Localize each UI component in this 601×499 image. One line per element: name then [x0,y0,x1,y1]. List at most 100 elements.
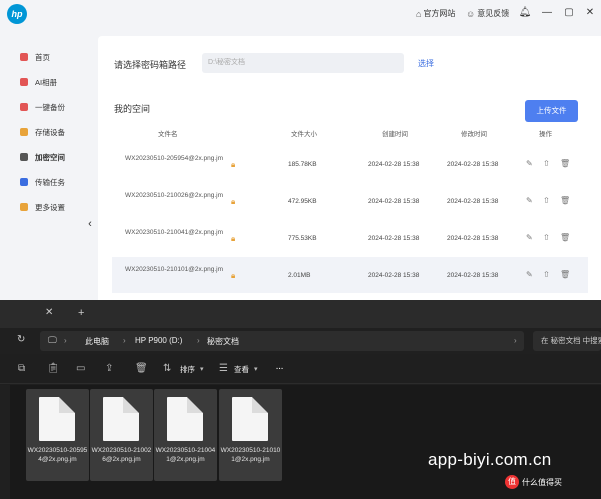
breadcrumb-folder[interactable]: 秘密文档 [207,336,239,347]
sidebar-item-backup[interactable]: 一键备份 [0,97,85,117]
sidebar-item-label: 更多设置 [35,202,65,212]
sidebar-item-settings[interactable]: 更多设置 [0,197,85,217]
hp-app-window: hp ⌂ 官方网站 ☺ 意见反馈 🔔︎ — ▢ ✕ 首页 AI相册 一键备份 存… [0,0,601,300]
maximize-button[interactable]: ▢ [562,5,576,21]
file-name: WX20230510-210041@2x.png.jm [124,229,224,236]
space-title: 我的空间 [114,104,151,114]
sidebar-item-label: 一键备份 [35,102,65,112]
sort-icon[interactable]: ⇅ [163,363,171,374]
file-name: WX20230510-210101@2x.png.jm [124,266,224,273]
modified-time: 2024-02-28 15:38 [447,198,499,205]
more-options-button[interactable]: ··· [276,364,284,373]
paste-icon[interactable]: 📋︎ [47,363,60,374]
chevron-down-icon[interactable]: ▾ [254,365,258,373]
album-nav-icon [20,78,28,86]
search-input[interactable]: 在 秘密文档 中搜索 [533,331,601,351]
file-tile-label: WX20230510-205954@2x.png.jm [27,447,88,463]
sidebar-item-encrypted-space[interactable]: 加密空间 [0,147,85,167]
lock-icon: 🔒︎ [231,160,236,169]
file-size: 185.78KB [288,161,317,168]
file-name: WX20230510-210026@2x.png.jm [124,192,224,199]
lock-icon: 🔒︎ [231,197,236,206]
view-label[interactable]: 查看 [234,364,249,375]
trash-icon[interactable]: 🗑︎ [560,233,570,242]
upload-icon[interactable]: ⇧ [543,159,550,168]
new-tab-icon[interactable]: + [78,307,84,319]
main-panel: 请选择密码箱路径 D:\秘密文档 选择 我的空间 上传文件 文件名 文件大小 创… [98,36,601,300]
close-button[interactable]: ✕ [583,5,597,21]
feedback-icon: ☺ [466,8,476,19]
view-icon[interactable]: ☰ [219,363,228,374]
col-name: 文件名 [158,131,178,138]
modified-time: 2024-02-28 15:38 [447,161,499,168]
col-size: 文件大小 [291,131,317,138]
sidebar-item-transfer[interactable]: 传输任务 [0,172,85,192]
rename-icon[interactable]: ▭ [76,363,85,374]
path-label: 请选择密码箱路径 [114,60,187,70]
tab-strip: ✕ + [0,300,601,328]
upload-icon[interactable]: ⇧ [543,233,550,242]
file-tile[interactable]: WX20230510-210026@2x.png.jm [90,389,153,481]
modified-time: 2024-02-28 15:38 [447,272,499,279]
feedback-link[interactable]: ☺ 意见反馈 [466,8,509,19]
monitor-icon: 🖵︎ [48,335,57,345]
trash-icon[interactable]: 🗑︎ [560,270,570,279]
sidebar-item-home[interactable]: 首页 [0,47,85,67]
watermark-badge: 值 什么值得买 [505,475,562,489]
refresh-icon[interactable]: ↻ [17,334,25,345]
created-time: 2024-02-28 15:38 [368,198,420,205]
sidebar-item-storage[interactable]: 存储设备 [0,122,85,142]
created-time: 2024-02-28 15:38 [368,272,420,279]
address-bar: ↻ 🖵︎ › 此电脑 › HP P900 (D:) › 秘密文档 › 在 秘密文… [0,328,601,354]
delete-icon[interactable]: 🗑︎ [135,363,148,374]
watermark-text: app-biyi.com.cn [428,450,552,469]
sort-label[interactable]: 排序 [180,364,195,375]
website-label: 官方网站 [423,9,456,18]
sidebar-item-label: 传输任务 [35,177,65,187]
file-tile-label: WX20230510-210101@2x.png.jm [220,447,281,463]
copy-icon[interactable]: ⧉ [18,363,25,374]
breadcrumb-drive[interactable]: HP P900 (D:) [135,336,182,345]
edit-icon[interactable]: ✎ [526,233,533,242]
chevron-right-icon: › [123,336,126,345]
file-tile[interactable]: WX20230510-205954@2x.png.jm [26,389,89,481]
share-icon[interactable]: ⇪ [105,363,113,374]
table-row[interactable]: WX20230510-205954@2x.png.jm 🔒︎ 185.78KB 202… [112,146,588,182]
trash-icon[interactable]: 🗑︎ [560,196,570,205]
backup-nav-icon [20,103,28,111]
lock-icon: 🔒︎ [231,234,236,243]
title-bar: hp ⌂ 官方网站 ☺ 意见反馈 🔔︎ — ▢ ✕ [0,0,601,28]
website-link[interactable]: ⌂ 官方网站 [416,8,455,19]
close-tab-icon[interactable]: ✕ [45,307,53,318]
chevron-right-icon[interactable]: › [514,336,517,345]
file-tile[interactable]: WX20230510-210041@2x.png.jm [154,389,217,481]
upload-button[interactable]: 上传文件 [525,100,578,122]
path-input[interactable]: D:\秘密文档 [202,53,404,73]
edit-icon[interactable]: ✎ [526,159,533,168]
file-tile-label: WX20230510-210026@2x.png.jm [91,447,152,463]
file-size: 472.95KB [288,198,317,205]
edit-icon[interactable]: ✎ [526,270,533,279]
navigation-pane [0,385,10,499]
sidebar-item-ai-album[interactable]: AI相册 [0,72,85,92]
chevron-down-icon[interactable]: ▾ [200,365,204,373]
table-row[interactable]: WX20230510-210026@2x.png.jm 🔒︎ 472.95KB 202… [112,183,588,219]
address-box[interactable]: 🖵︎ › 此电脑 › HP P900 (D:) › 秘密文档 › [40,331,524,351]
browse-button[interactable]: 选择 [418,58,434,69]
upload-icon[interactable]: ⇧ [543,196,550,205]
created-time: 2024-02-28 15:38 [368,161,420,168]
minimize-button[interactable]: — [540,5,554,21]
file-tile[interactable]: WX20230510-210101@2x.png.jm [219,389,282,481]
bell-icon[interactable]: 🔔︎ [518,5,532,21]
table-row[interactable]: WX20230510-210041@2x.png.jm 🔒︎ 775.53KB 202… [112,220,588,256]
breadcrumb-pc[interactable]: 此电脑 [85,336,109,347]
transfer-nav-icon [20,178,28,186]
trash-icon[interactable]: 🗑︎ [560,159,570,168]
table-row[interactable]: WX20230510-210101@2x.png.jm 🔒︎ 2.01MB 2024-… [112,257,588,293]
document-icon [39,397,75,441]
chevron-left-icon[interactable]: ‹ [82,214,98,234]
upload-icon[interactable]: ⇧ [543,270,550,279]
hp-logo: hp [7,4,27,24]
col-created: 创建时间 [382,131,408,138]
edit-icon[interactable]: ✎ [526,196,533,205]
